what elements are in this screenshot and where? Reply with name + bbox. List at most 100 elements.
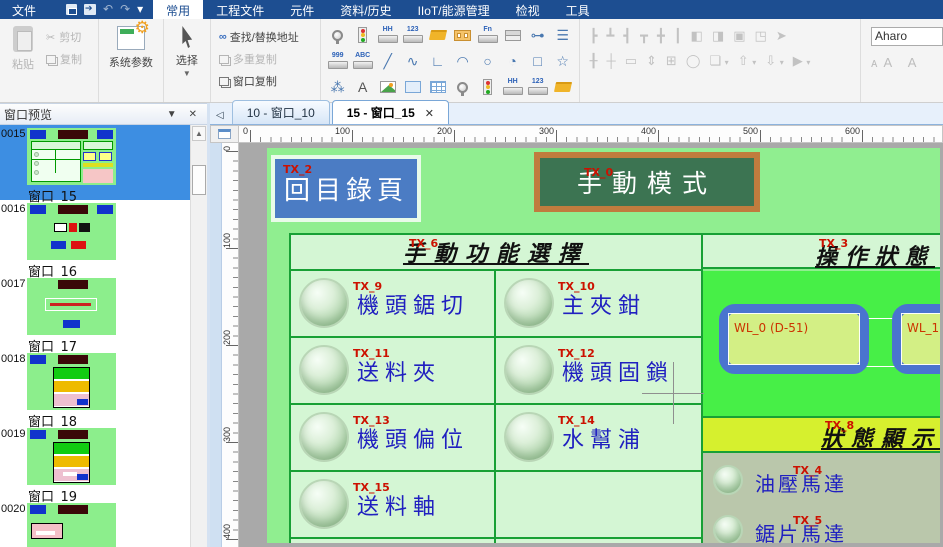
window-preview-item-0017[interactable]: 0017窗口_17 (0, 275, 190, 350)
align-icon-3[interactable]: ┫ (623, 29, 631, 42)
arrange-icon-3[interactable]: ▭ (625, 54, 637, 67)
rays-icon[interactable]: ⁂ (325, 74, 350, 100)
lamp-sphere[interactable] (504, 278, 554, 328)
arrange-icon-10[interactable]: ▶ ▾ (793, 54, 811, 67)
toggle2-icon[interactable] (550, 74, 575, 100)
tab-scroll-left-icon[interactable]: ◁ (212, 110, 232, 124)
rectangle-icon[interactable]: □ (525, 48, 550, 74)
arrange-icon-2[interactable]: ┼ (607, 54, 616, 67)
align-icon-2[interactable]: ┻ (607, 29, 615, 42)
copy-button[interactable]: 复制 (46, 51, 82, 67)
arrange-icon-1[interactable]: ╂ (590, 54, 598, 67)
star-icon[interactable]: ☆ (550, 48, 575, 74)
panel-scrollbar[interactable]: ▲ (190, 125, 207, 547)
ruler-corner[interactable] (210, 125, 239, 143)
slider-icon[interactable] (500, 22, 525, 48)
function-cell[interactable] (291, 539, 496, 543)
window-thumbnail[interactable] (27, 203, 116, 260)
document-tab-1[interactable]: 10 - 窗口_10 (232, 100, 330, 124)
lamp-sphere[interactable] (299, 345, 349, 395)
tab-close-icon[interactable]: ✕ (425, 108, 434, 120)
set-bit-icon[interactable]: HH (375, 22, 400, 48)
align-icon-1[interactable]: ┣ (590, 29, 598, 42)
window-preview-item-0015[interactable]: 0015窗口_15 (0, 125, 190, 200)
function-cell[interactable] (496, 472, 701, 537)
circle-icon[interactable]: ○ (475, 48, 500, 74)
font-size-buttons[interactable]: ᴀA A (871, 55, 943, 70)
customize-toolbar-icon[interactable]: ▾ (137, 0, 143, 19)
toggle-switch-icon[interactable] (425, 22, 450, 48)
design-window-15[interactable]: 回目錄頁 TX_2 手動模式 TX_0 手動功能選擇 TX_6 機頭鋸切TX_9… (267, 148, 940, 543)
combo-button-icon[interactable] (450, 22, 475, 48)
arrange-icon-8[interactable]: ⇧ ▾ (738, 54, 757, 67)
design-canvas[interactable]: 回目錄頁 TX_2 手動模式 TX_0 手動功能選擇 TX_6 機頭鋸切TX_9… (239, 143, 943, 547)
menu-tab-3[interactable]: 元件 (277, 0, 327, 19)
window-preview-item-0020[interactable]: 0020窗口_20 (0, 500, 190, 547)
function-cell[interactable]: 水幫浦TX_14 (496, 405, 701, 470)
menu-tab-5[interactable]: IIoT/能源管理 (405, 0, 503, 19)
select-dropdown-icon[interactable]: ▼ (183, 69, 191, 78)
function-cell[interactable]: 機頭鋸切TX_9 (291, 271, 496, 336)
set-bit2-icon[interactable]: HH (500, 74, 525, 100)
menu-tab-7[interactable]: 工具 (553, 0, 603, 19)
option-list-icon[interactable]: ☰ (550, 22, 575, 48)
document-tab-2[interactable]: 15 - 窗口_15✕ (332, 100, 449, 124)
menu-tab-4[interactable]: 资料/历史 (327, 0, 404, 19)
menu-tab-6[interactable]: 检视 (503, 0, 553, 19)
lamp-sphere[interactable] (299, 278, 349, 328)
return-menu-button-object[interactable]: 回目錄頁 TX_2 (275, 159, 417, 218)
polyline-icon[interactable]: ∟ (425, 48, 450, 74)
function-cell[interactable]: 機頭偏位TX_13 (291, 405, 496, 470)
function-key-icon[interactable]: Fn (475, 22, 500, 48)
scrollbar-thumb[interactable] (192, 165, 206, 195)
paste-button[interactable]: 粘贴 (0, 19, 46, 102)
manual-function-table[interactable]: 手動功能選擇 TX_6 機頭鋸切TX_9主夾鉗TX_10送料夾TX_11機頭固鎖… (289, 233, 703, 543)
arrange-icon-4[interactable]: ⇕ (646, 54, 657, 67)
scrollbar-up-icon[interactable]: ▲ (192, 126, 206, 141)
window-preview-item-0018[interactable]: 0018窗口_18 (0, 350, 190, 425)
panel-collapse-icon[interactable]: ▼ (161, 109, 183, 120)
find-replace-button[interactable]: ∞查找/替换地址 (219, 29, 299, 45)
align-icon-8[interactable]: ◨ (712, 29, 724, 42)
window-thumbnail[interactable] (27, 503, 116, 547)
freeform-icon[interactable]: ∿ (400, 48, 425, 74)
select-button[interactable]: 选择 ▼ (164, 19, 210, 102)
set-word-icon[interactable]: 123 (400, 22, 425, 48)
window-thumbnail[interactable] (27, 353, 116, 410)
function-cell[interactable]: 送料夾TX_11 (291, 338, 496, 403)
system-parameters-button[interactable]: 系统参数 (99, 19, 163, 102)
cut-button[interactable]: ✂剪切 (46, 29, 82, 45)
align-icon-11[interactable]: ➤ (776, 29, 787, 42)
arrange-icon-9[interactable]: ⇩ ▾ (765, 54, 784, 67)
save-icon[interactable] (66, 4, 77, 15)
window-thumbnail[interactable] (27, 128, 116, 185)
arc-icon[interactable]: ◠ (450, 48, 475, 74)
window-thumbnail[interactable] (27, 428, 116, 485)
ascii-input-icon[interactable]: ABC (350, 48, 375, 74)
undo-icon[interactable]: ↶ (103, 0, 113, 19)
align-icon-10[interactable]: ◳ (755, 29, 767, 42)
manual-mode-title-object[interactable]: 手動模式 TX_0 (534, 152, 760, 212)
lamp-sphere[interactable] (504, 345, 554, 395)
multi-copy-button[interactable]: 多重复制 (219, 51, 299, 67)
align-icon-4[interactable]: ┳ (640, 29, 648, 42)
bit-lamp2-icon[interactable] (450, 74, 475, 100)
set-word2-icon[interactable]: 123 (525, 74, 550, 100)
window-thumbnail[interactable] (27, 278, 116, 335)
picture-icon[interactable] (375, 74, 400, 100)
panel-close-icon[interactable]: ✕ (183, 109, 203, 120)
filled-rect-icon[interactable] (400, 74, 425, 100)
window-copy-button[interactable]: 窗口复制 (219, 73, 299, 89)
pie-icon[interactable]: ◔ (500, 48, 525, 74)
window-preview-item-0016[interactable]: 0016窗口_16 (0, 200, 190, 275)
text-icon[interactable]: A (350, 74, 375, 100)
pipe-icon[interactable]: ⊶ (525, 22, 550, 48)
menu-tab-2[interactable]: 工程文件 (203, 0, 277, 19)
word-lamp-1[interactable]: WL_1 (D (892, 304, 940, 374)
align-icon-5[interactable]: ╋ (657, 29, 665, 42)
lamp-sphere[interactable] (504, 412, 554, 462)
line-icon[interactable]: ╱ (375, 48, 400, 74)
word-lamp-0[interactable]: WL_0 (D-51) (719, 304, 869, 374)
window-preview-item-0019[interactable]: 0019窗口_19 (0, 425, 190, 500)
align-icon-9[interactable]: ▣ (733, 29, 745, 42)
